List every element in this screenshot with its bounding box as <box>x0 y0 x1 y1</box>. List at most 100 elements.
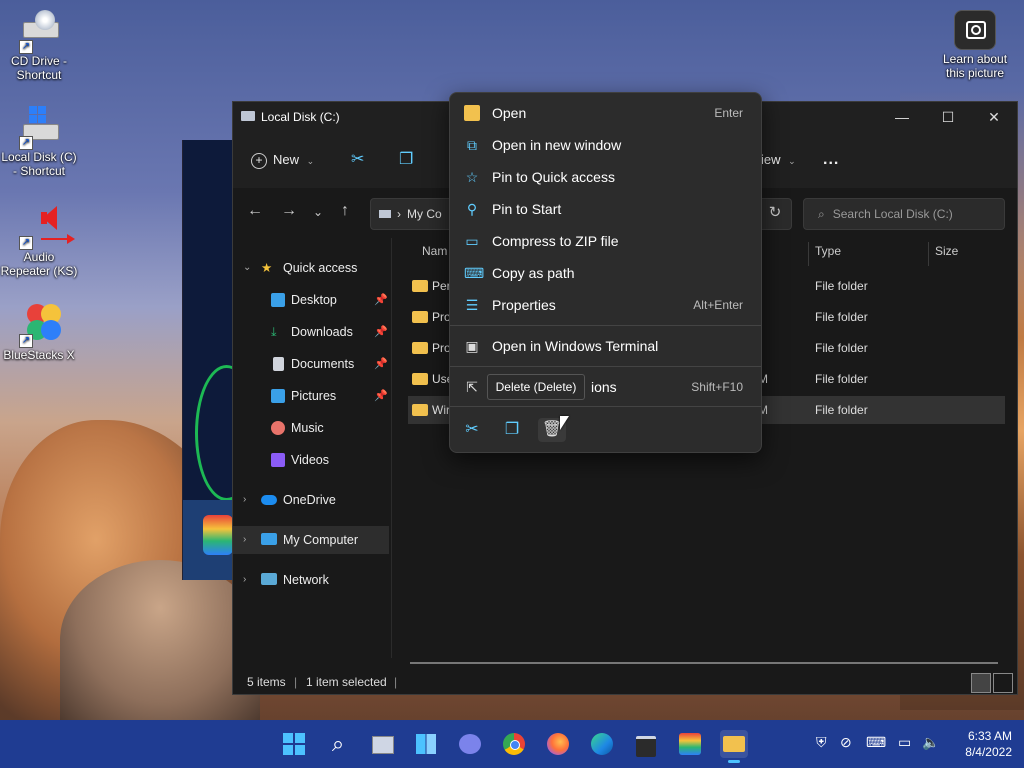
nav-item-quick-access[interactable]: ⌄ ★ Quick access <box>233 254 389 282</box>
network-offline-icon[interactable]: ⊘ <box>840 734 852 751</box>
column-header-size[interactable]: Size <box>935 244 958 258</box>
camera-icon <box>954 10 996 50</box>
nav-label: Network <box>283 573 329 587</box>
desktop-icon-label: Learn about <box>942 52 1008 66</box>
desktop-icon-audio-repeater[interactable]: ↗ Audio Repeater (KS) <box>0 204 78 278</box>
maximize-button[interactable]: ☐ <box>925 102 971 132</box>
shortcut-arrow-icon: ↗ <box>19 236 33 250</box>
cut-button[interactable]: ✂ <box>351 146 364 174</box>
horizontal-scrollbar[interactable] <box>410 662 998 664</box>
nav-label: Music <box>291 421 324 435</box>
scissors-icon: ✂ <box>351 151 365 168</box>
chevron-right-icon: › <box>243 534 247 545</box>
chat-button[interactable] <box>456 730 484 758</box>
desktop-learn-about-picture[interactable]: Learn about this picture <box>936 10 1014 80</box>
menu-item-open[interactable]: Open Enter <box>454 98 757 128</box>
minimize-button[interactable]: — <box>879 102 925 132</box>
nav-item-onedrive[interactable]: › OneDrive <box>233 486 389 514</box>
volume-icon[interactable]: 🔈 <box>922 734 939 751</box>
copy-icon: ❐ <box>504 421 520 438</box>
up-button[interactable]: ↑ <box>341 202 349 220</box>
forward-button[interactable]: → <box>281 202 297 220</box>
search-icon: ⌕ <box>331 731 345 756</box>
menu-item-pin-quick-access[interactable]: ☆ Pin to Quick access <box>454 162 757 192</box>
bluestacks-taskbar-button[interactable] <box>676 730 704 758</box>
drive-icon <box>241 111 255 121</box>
menu-item-compress-zip[interactable]: ▭ Compress to ZIP file <box>454 226 757 256</box>
nav-item-downloads[interactable]: ⤓ Downloads 📌 <box>233 318 389 346</box>
column-header-name[interactable]: Nam <box>422 244 447 258</box>
view-button[interactable]: iew ⌄ <box>761 146 796 174</box>
menu-shortcut: Enter <box>714 106 743 120</box>
nav-item-music[interactable]: Music <box>233 414 389 442</box>
menu-item-pin-start[interactable]: ⚲ Pin to Start <box>454 194 757 224</box>
menu-item-windows-terminal[interactable]: ▣ Open in Windows Terminal <box>454 331 757 361</box>
nav-item-my-computer[interactable]: › My Computer <box>233 526 389 554</box>
widgets-icon <box>416 734 436 754</box>
folder-icon <box>412 280 428 292</box>
file-name: Wir <box>432 403 450 417</box>
widgets-button[interactable] <box>412 730 440 758</box>
desktop-icon <box>271 293 285 307</box>
close-button[interactable]: ✕ <box>971 102 1017 132</box>
clock-time: 6:33 AM <box>967 729 1012 743</box>
menu-shortcut: Alt+Enter <box>693 298 743 312</box>
chevron-right-icon: › <box>243 574 247 585</box>
arrow-up-icon: ↑ <box>341 202 349 219</box>
menu-label: ions <box>591 379 617 395</box>
item-count: 5 items <box>247 675 286 689</box>
selection-count: 1 item selected <box>306 675 387 689</box>
more-options-button[interactable]: ... <box>823 146 839 174</box>
wallpaper-rock <box>60 560 260 720</box>
file-name: Pro <box>432 341 451 355</box>
nav-item-desktop[interactable]: Desktop 📌 <box>233 286 389 314</box>
back-button[interactable]: ← <box>247 202 263 220</box>
search-taskbar-button[interactable]: ⌕ <box>324 730 352 758</box>
folder-icon <box>412 311 428 323</box>
menu-item-copy-as-path[interactable]: ⌨ Copy as path <box>454 258 757 288</box>
desktop-icon-bluestacks[interactable]: ↗ BlueStacks X <box>0 302 78 362</box>
recent-locations-button[interactable]: ⌄ <box>313 205 323 219</box>
pin-icon: 📌 <box>374 294 388 306</box>
nav-item-videos[interactable]: Videos <box>233 446 389 474</box>
chrome-button[interactable] <box>500 730 528 758</box>
search-box[interactable]: ⌕ Search Local Disk (C:) <box>803 198 1005 230</box>
clock[interactable]: 6:33 AM 8/4/2022 <box>965 728 1012 760</box>
menu-label: Open in Windows Terminal <box>492 338 659 354</box>
display-icon[interactable]: ▭ <box>898 734 911 751</box>
desktop-icon-local-disk[interactable]: ↗ Local Disk (C) - Shortcut <box>0 104 78 178</box>
security-icon[interactable]: ⛨ <box>816 734 827 751</box>
firefox-button[interactable] <box>544 730 572 758</box>
copy-button[interactable]: ❐ <box>399 146 413 174</box>
pin-icon: 📌 <box>374 390 388 402</box>
cut-quick-action[interactable]: ✂ <box>458 418 486 442</box>
desktop-icon-cd-drive[interactable]: ↗ CD Drive - Shortcut <box>0 8 78 82</box>
chat-icon <box>459 734 481 754</box>
column-header-type[interactable]: Type <box>815 244 841 258</box>
start-button[interactable] <box>280 730 308 758</box>
new-button[interactable]: + New ⌄ <box>251 146 314 174</box>
address-path: My Co <box>407 207 442 221</box>
store-button[interactable] <box>632 730 660 758</box>
nav-item-network[interactable]: › Network <box>233 566 389 594</box>
tiles-view-button[interactable] <box>993 673 1013 693</box>
shortcut-arrow-icon: ↗ <box>19 136 33 150</box>
nav-item-pictures[interactable]: Pictures 📌 <box>233 382 389 410</box>
menu-item-properties[interactable]: ☰ Properties Alt+Enter <box>454 290 757 320</box>
keyboard-icon[interactable]: ⌨ <box>866 734 886 751</box>
refresh-button[interactable]: ↻ <box>760 198 790 228</box>
bluestacks-icon: ↗ <box>17 302 61 348</box>
address-chevron: › <box>397 207 401 221</box>
column-separator[interactable] <box>928 242 929 266</box>
details-view-button[interactable] <box>971 673 991 693</box>
music-icon <box>271 421 285 435</box>
nav-label: Documents <box>291 357 355 371</box>
file-type: File folder <box>815 341 868 355</box>
column-separator[interactable] <box>808 242 809 266</box>
copy-quick-action[interactable]: ❐ <box>498 418 526 442</box>
menu-item-open-new-window[interactable]: ⧉ Open in new window <box>454 130 757 160</box>
task-view-button[interactable] <box>368 730 396 758</box>
edge-button[interactable] <box>588 730 616 758</box>
nav-item-documents[interactable]: Documents 📌 <box>233 350 389 378</box>
file-explorer-taskbar-button[interactable] <box>720 730 748 763</box>
